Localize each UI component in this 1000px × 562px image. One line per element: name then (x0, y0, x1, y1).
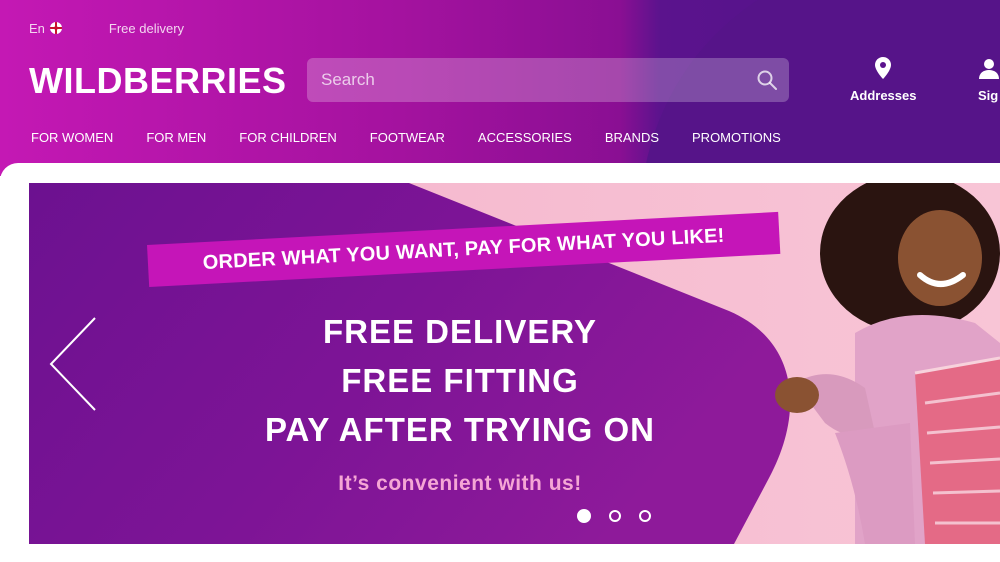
signin-button[interactable]: Sig (978, 57, 1000, 103)
headline-line-2: FREE FITTING (341, 362, 579, 399)
addresses-label: Addresses (850, 88, 917, 103)
main-nav: FOR WOMEN FOR MEN FOR CHILDREN FOOTWEAR … (31, 130, 814, 145)
search-bar (307, 58, 789, 102)
carousel-dot-2[interactable] (609, 510, 621, 522)
language-label: En (29, 20, 45, 36)
headline-line-1: FREE DELIVERY (323, 313, 597, 350)
carousel-dot-1[interactable] (577, 509, 591, 523)
banner-subtext: It’s convenient with us! (338, 472, 582, 495)
nav-item-promotions[interactable]: PROMOTIONS (692, 130, 781, 145)
chevron-left-icon[interactable] (47, 316, 99, 412)
site-header: En Free delivery WILDBERRIES Addresses (0, 0, 1000, 176)
search-icon[interactable] (745, 58, 789, 102)
headline-line-3: PAY AFTER TRYING ON (265, 411, 655, 448)
search-input[interactable] (307, 58, 745, 102)
location-pin-icon (875, 57, 892, 82)
language-selector[interactable]: En (29, 21, 62, 36)
uk-flag-icon (49, 22, 62, 34)
user-icon (978, 57, 1000, 82)
nav-item-for-women[interactable]: FOR WOMEN (31, 130, 113, 145)
promo-banner[interactable]: ORDER WHAT YOU WANT, PAY FOR WHAT YOU LI… (29, 183, 1000, 544)
nav-item-brands[interactable]: BRANDS (605, 130, 659, 145)
topbar: En Free delivery (29, 19, 184, 37)
signin-label: Sig (978, 88, 999, 103)
addresses-button[interactable]: Addresses (850, 57, 916, 103)
banner-headline: FREE DELIVERY FREE FITTING PAY AFTER TRY… (229, 307, 691, 454)
nav-item-for-children[interactable]: FOR CHILDREN (239, 130, 337, 145)
carousel-dots (577, 509, 651, 523)
free-delivery-link[interactable]: Free delivery (109, 21, 184, 36)
nav-item-for-men[interactable]: FOR MEN (146, 130, 206, 145)
nav-item-accessories[interactable]: ACCESSORIES (478, 130, 572, 145)
carousel-dot-3[interactable] (639, 510, 651, 522)
nav-item-footwear[interactable]: FOOTWEAR (370, 130, 445, 145)
logo[interactable]: WILDBERRIES (29, 60, 287, 102)
